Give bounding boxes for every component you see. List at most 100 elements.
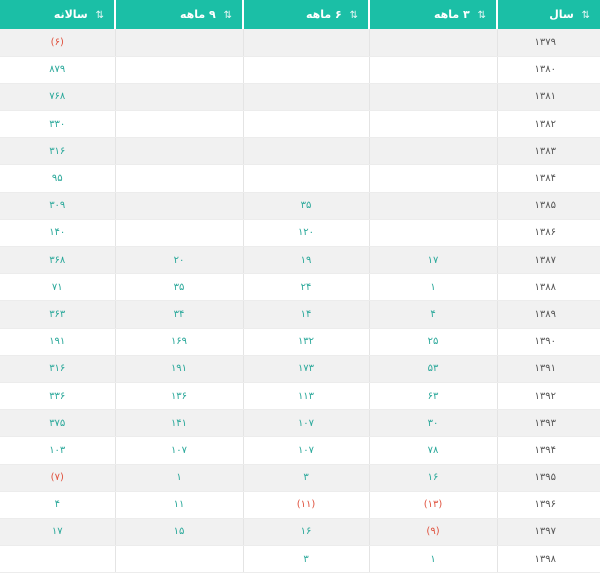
table-header: ⇅ سال ⇅ ۳ ماهه ⇅ ۶ ماهه ⇅ ۹ ماهه ⇅ سالان… — [0, 0, 600, 29]
cell-year: ۱۳۹۱ — [496, 355, 600, 383]
table-row: ۱۳۹۸ ۱ ۳ — [0, 545, 600, 574]
cell-year: ۱۳۸۲ — [496, 110, 600, 139]
cell-year: ۱۳۹۰ — [496, 328, 600, 356]
table-row: ۱۳۸۶ ۱۲۰ ۱۴۰ — [0, 219, 600, 248]
cell-9-month: ۱۰۷ — [114, 436, 243, 465]
sort-icon[interactable]: ⇅ — [582, 10, 590, 21]
cell-annual: ۱۴۰ — [0, 219, 115, 248]
column-header-label: سال — [549, 8, 574, 21]
cell-year: ۱۳۸۱ — [496, 83, 600, 112]
table-row: ۱۳۹۴ ۷۸ ۱۰۷ ۱۰۷ ۱۰۳ — [0, 436, 600, 465]
cell-9-month: ۱۶۹ — [114, 328, 243, 356]
table-row: ۱۳۸۵ ۳۵ ۳۰۹ — [0, 192, 600, 220]
cell-year: ۱۳۸۰ — [496, 56, 600, 84]
cell-6-month: ۳۵ — [242, 192, 369, 220]
table-row: ۱۳۹۶ (۱۳) (۱۱) ۱۱ ۴ — [0, 491, 600, 519]
cell-year: ۱۳۸۴ — [496, 164, 600, 193]
cell-annual: (۷) — [0, 464, 115, 492]
column-header-9-month[interactable]: ⇅ ۹ ماهه — [114, 0, 243, 29]
cell-3-month — [368, 56, 497, 84]
cell-9-month: ۱۹۱ — [114, 355, 243, 383]
cell-6-month — [242, 29, 369, 57]
cell-year: ۱۳۸۸ — [496, 273, 600, 302]
cell-9-month: ۱۱ — [114, 491, 243, 519]
cell-6-month: ۳ — [242, 545, 369, 574]
table-row: ۱۳۸۹ ۴ ۱۴ ۳۴ ۳۶۳ — [0, 300, 600, 329]
cell-annual: ۸۷۹ — [0, 56, 115, 84]
cell-6-month: ۱۷۳ — [242, 355, 369, 383]
cell-3-month: ۷۸ — [368, 436, 497, 465]
table-row: ۱۳۹۵ ۱۶ ۳ ۱ (۷) — [0, 464, 600, 492]
cell-annual: ۳۶۳ — [0, 300, 115, 329]
cell-year: ۱۳۸۷ — [496, 246, 600, 275]
cell-3-month: ۱۶ — [368, 464, 497, 492]
cell-annual: ۳۱۶ — [0, 137, 115, 166]
cell-annual: ۱۹۱ — [0, 328, 115, 356]
cell-9-month: ۱۳۶ — [114, 382, 243, 411]
cell-annual — [0, 545, 115, 574]
cell-6-month: ۱۶ — [242, 518, 369, 547]
cell-year: ۱۳۹۴ — [496, 436, 600, 465]
cell-year: ۱۳۹۳ — [496, 409, 600, 438]
sort-icon[interactable]: ⇅ — [478, 10, 486, 21]
cell-year: ۱۳۹۷ — [496, 518, 600, 547]
cell-9-month — [114, 219, 243, 248]
cell-9-month — [114, 83, 243, 112]
table-row: ۱۳۹۳ ۳۰ ۱۰۷ ۱۴۱ ۳۷۵ — [0, 409, 600, 438]
column-header-label: ۶ ماهه — [305, 8, 342, 21]
cell-3-month: ۳۰ — [368, 409, 497, 438]
cell-6-month — [242, 164, 369, 193]
table-row: ۱۳۸۱ ۷۶۸ — [0, 83, 600, 112]
cell-6-month — [242, 137, 369, 166]
table-body: ۱۳۷۹ (۶) ۱۳۸۰ ۸۷۹ ۱۳۸۱ ۷۶۸ ۱۳۸۲ ۳۳۰ ۱۳۸۳ ۳۱۶ ۱۳۸۴ ۹… — [0, 29, 600, 574]
cell-9-month: ۳۵ — [114, 273, 243, 302]
earnings-table: ⇅ سال ⇅ ۳ ماهه ⇅ ۶ ماهه ⇅ ۹ ماهه ⇅ سالان… — [0, 0, 600, 574]
cell-9-month: ۱ — [114, 464, 243, 492]
table-row: ۱۳۹۷ (۹) ۱۶ ۱۵ ۱۷ — [0, 518, 600, 547]
cell-9-month — [114, 164, 243, 193]
cell-annual: ۷۶۸ — [0, 83, 115, 112]
cell-3-month — [368, 192, 497, 220]
column-header-year[interactable]: ⇅ سال — [496, 0, 600, 29]
table-row: ۱۳۷۹ (۶) — [0, 29, 600, 57]
cell-year: ۱۳۹۲ — [496, 382, 600, 411]
cell-3-month: ۴ — [368, 300, 497, 329]
sort-icon[interactable]: ⇅ — [224, 10, 232, 21]
cell-3-month — [368, 29, 497, 57]
cell-annual: ۴ — [0, 491, 115, 519]
data-table-container: ⇅ سال ⇅ ۳ ماهه ⇅ ۶ ماهه ⇅ ۹ ماهه ⇅ سالان… — [0, 0, 600, 574]
cell-3-month: ۱ — [368, 545, 497, 574]
cell-3-month — [368, 83, 497, 112]
cell-6-month: ۱۰۷ — [242, 436, 369, 465]
cell-6-month: ۱۱۳ — [242, 382, 369, 411]
cell-annual: ۹۵ — [0, 164, 115, 193]
cell-annual: ۳۰۹ — [0, 192, 115, 220]
cell-annual: ۳۳۰ — [0, 110, 115, 139]
table-row: ۱۳۸۸ ۱ ۲۴ ۳۵ ۷۱ — [0, 273, 600, 302]
table-row: ۱۳۸۲ ۳۳۰ — [0, 110, 600, 139]
column-header-6-month[interactable]: ⇅ ۶ ماهه — [242, 0, 369, 29]
cell-3-month — [368, 164, 497, 193]
cell-3-month: (۱۳) — [368, 491, 497, 519]
cell-6-month — [242, 56, 369, 84]
cell-9-month: ۱۴۱ — [114, 409, 243, 438]
cell-annual: ۱۰۳ — [0, 436, 115, 465]
cell-year: ۱۳۸۵ — [496, 192, 600, 220]
sort-icon[interactable]: ⇅ — [96, 10, 104, 21]
cell-annual: ۳۷۵ — [0, 409, 115, 438]
cell-9-month — [114, 56, 243, 84]
cell-9-month — [114, 192, 243, 220]
table-row: ۱۳۹۲ ۶۳ ۱۱۳ ۱۳۶ ۳۳۶ — [0, 382, 600, 411]
cell-6-month: (۱۱) — [242, 491, 369, 519]
cell-year: ۱۳۹۵ — [496, 464, 600, 492]
sort-icon[interactable]: ⇅ — [350, 10, 358, 21]
column-header-annual[interactable]: ⇅ سالانه — [0, 0, 115, 29]
cell-9-month: ۳۴ — [114, 300, 243, 329]
cell-annual: ۳۶۸ — [0, 246, 115, 275]
cell-6-month: ۲۴ — [242, 273, 369, 302]
cell-3-month: ۱۷ — [368, 246, 497, 275]
cell-annual: ۷۱ — [0, 273, 115, 302]
column-header-3-month[interactable]: ⇅ ۳ ماهه — [368, 0, 497, 29]
table-row: ۱۳۹۱ ۵۳ ۱۷۳ ۱۹۱ ۳۱۶ — [0, 355, 600, 383]
cell-9-month — [114, 545, 243, 574]
